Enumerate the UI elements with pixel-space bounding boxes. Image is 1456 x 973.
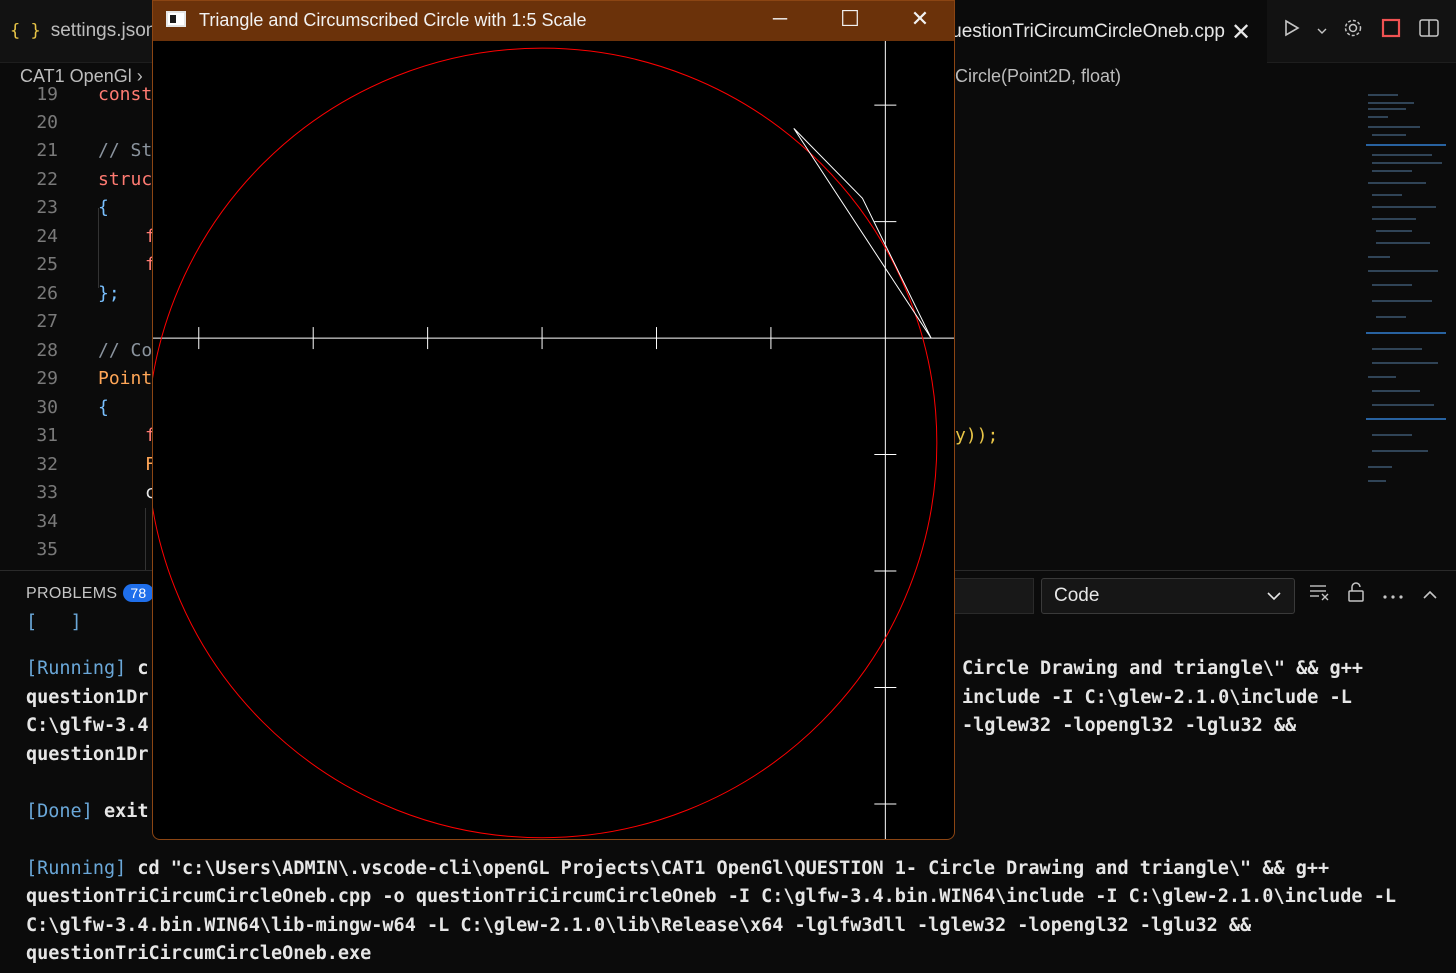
line-number: 31 [36, 425, 58, 446]
chevron-up-icon[interactable] [1411, 584, 1448, 607]
close-button[interactable]: ✕ [885, 1, 954, 41]
line-number: 21 [36, 140, 58, 161]
split-editor-icon[interactable] [1410, 18, 1448, 44]
app-icon [166, 11, 186, 27]
code-line: { [98, 397, 109, 418]
triangle [793, 128, 932, 339]
tab-settings-json[interactable]: { } settings.json [0, 0, 162, 62]
output-channel-value: Code [1054, 585, 1100, 606]
opengl-window[interactable]: Triangle and Circumscribed Circle with 1… [152, 0, 955, 840]
code-line: struc [98, 169, 153, 190]
window-titlebar[interactable]: Triangle and Circumscribed Circle with 1… [153, 1, 954, 41]
panel-actions [1300, 580, 1448, 610]
terminal-line: questionTriCircumCircleOneb.cpp -o quest… [26, 886, 1396, 907]
code-line: Point [98, 368, 153, 389]
indent-guide [145, 508, 146, 570]
tab-active-cpp[interactable]: uestionTriCircumCircleOneb.cpp ✕ [955, 0, 1267, 63]
clear-output-icon[interactable] [1300, 582, 1337, 608]
minimize-button[interactable]: ─ [745, 1, 815, 41]
code-line: const [98, 84, 153, 105]
run-icon[interactable] [1272, 18, 1310, 44]
stop-icon[interactable] [1372, 18, 1410, 44]
terminal-line: question1Dr [26, 687, 149, 708]
line-number: 25 [36, 254, 58, 275]
chevron-down-icon[interactable] [1310, 20, 1334, 43]
axes [153, 41, 954, 839]
code-line: }; [98, 283, 120, 304]
output-filter-input[interactable] [955, 578, 1034, 614]
close-icon[interactable]: ✕ [1231, 18, 1251, 47]
line-number: 32 [36, 454, 58, 475]
minimap[interactable] [1366, 90, 1446, 490]
terminal-line: [Running] c [26, 658, 149, 679]
line-number: 19 [36, 84, 58, 105]
chevron-down-icon [1266, 582, 1282, 610]
line-number: 29 [36, 368, 58, 389]
terminal-line-tail: Circle Drawing and triangle\" && g++ [962, 658, 1363, 679]
tab-label: uestionTriCircumCircleOneb.cpp [955, 21, 1225, 42]
tab-label: settings.json [50, 20, 157, 41]
lock-icon[interactable] [1337, 581, 1374, 609]
line-number: 30 [36, 397, 58, 418]
terminal-line: questionTriCircumCircleOneb.exe [26, 943, 372, 964]
problems-count-badge: 78 [123, 584, 154, 602]
line-number: 27 [36, 311, 58, 332]
render-canvas [153, 41, 954, 839]
terminal-line: [Done] exit [26, 801, 149, 822]
line-number: 24 [36, 226, 58, 247]
code-line: // St [98, 140, 153, 161]
maximize-button[interactable]: ☐ [815, 1, 885, 41]
terminal-line: question1Dr [26, 744, 149, 765]
line-number: 35 [36, 539, 58, 560]
line-number: 26 [36, 283, 58, 304]
problems-label: PROBLEMS [26, 585, 118, 602]
terminal-line: C:\glfw-3.4 [26, 715, 149, 736]
code-line-tail: y)); [955, 425, 999, 446]
line-number: 34 [36, 511, 58, 532]
terminal-line: [Running] cd "c:\Users\ADMIN\.vscode-cli… [26, 858, 1330, 879]
tab-problems[interactable]: PROBLEMS 78 [26, 584, 154, 603]
indent-guide [98, 208, 99, 288]
terminal-line: C:\glfw-3.4.bin.WIN64\lib-mingw-w64 -L C… [26, 915, 1252, 936]
output-channel-select[interactable]: Code [1041, 578, 1295, 614]
line-number: 28 [36, 340, 58, 361]
line-number: 22 [36, 169, 58, 190]
line-number: 33 [36, 482, 58, 503]
terminal-line-tail: include -I C:\glew-2.1.0\include -L [962, 687, 1352, 708]
breadcrumb-symbol[interactable]: Circle(Point2D, float) [955, 62, 1121, 90]
gear-icon[interactable] [1334, 17, 1372, 45]
window-title: Triangle and Circumscribed Circle with 1… [199, 10, 587, 30]
editor-actions [1272, 0, 1448, 62]
code-line: { [98, 197, 109, 218]
code-line: // Co [98, 340, 153, 361]
curly-braces-icon: { } [10, 21, 41, 41]
axis-ticks [198, 104, 897, 805]
line-number: 23 [36, 197, 58, 218]
line-number: 20 [36, 112, 58, 133]
more-icon[interactable] [1374, 584, 1411, 607]
terminal-line-tail: -lglew32 -lopengl32 -lglu32 && [962, 715, 1297, 736]
